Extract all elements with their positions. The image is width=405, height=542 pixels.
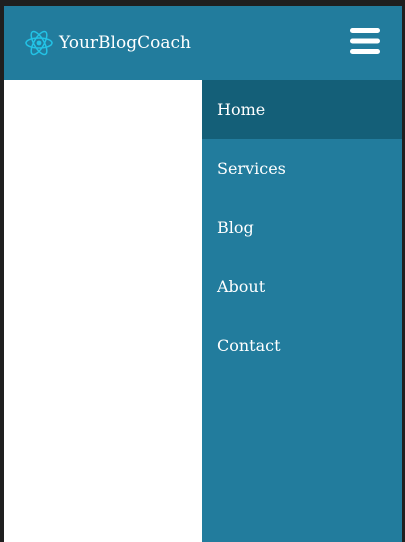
brand-name: YourBlogCoach — [59, 33, 191, 53]
nav-menu: Home Services Blog About Contact — [202, 80, 402, 542]
app-frame: YourBlogCoach Home Services Blog About C… — [4, 6, 402, 542]
hamburger-menu-icon — [348, 26, 382, 56]
brand-link[interactable]: YourBlogCoach — [24, 28, 191, 58]
nav-item-services[interactable]: Services — [202, 139, 402, 198]
nav-item-blog[interactable]: Blog — [202, 198, 402, 257]
top-header: YourBlogCoach — [4, 6, 402, 80]
nav-item-about[interactable]: About — [202, 257, 402, 316]
nav-item-contact[interactable]: Contact — [202, 316, 402, 375]
atom-icon — [24, 28, 54, 58]
nav-item-home[interactable]: Home — [202, 80, 402, 139]
menu-toggle-button[interactable] — [348, 26, 382, 56]
